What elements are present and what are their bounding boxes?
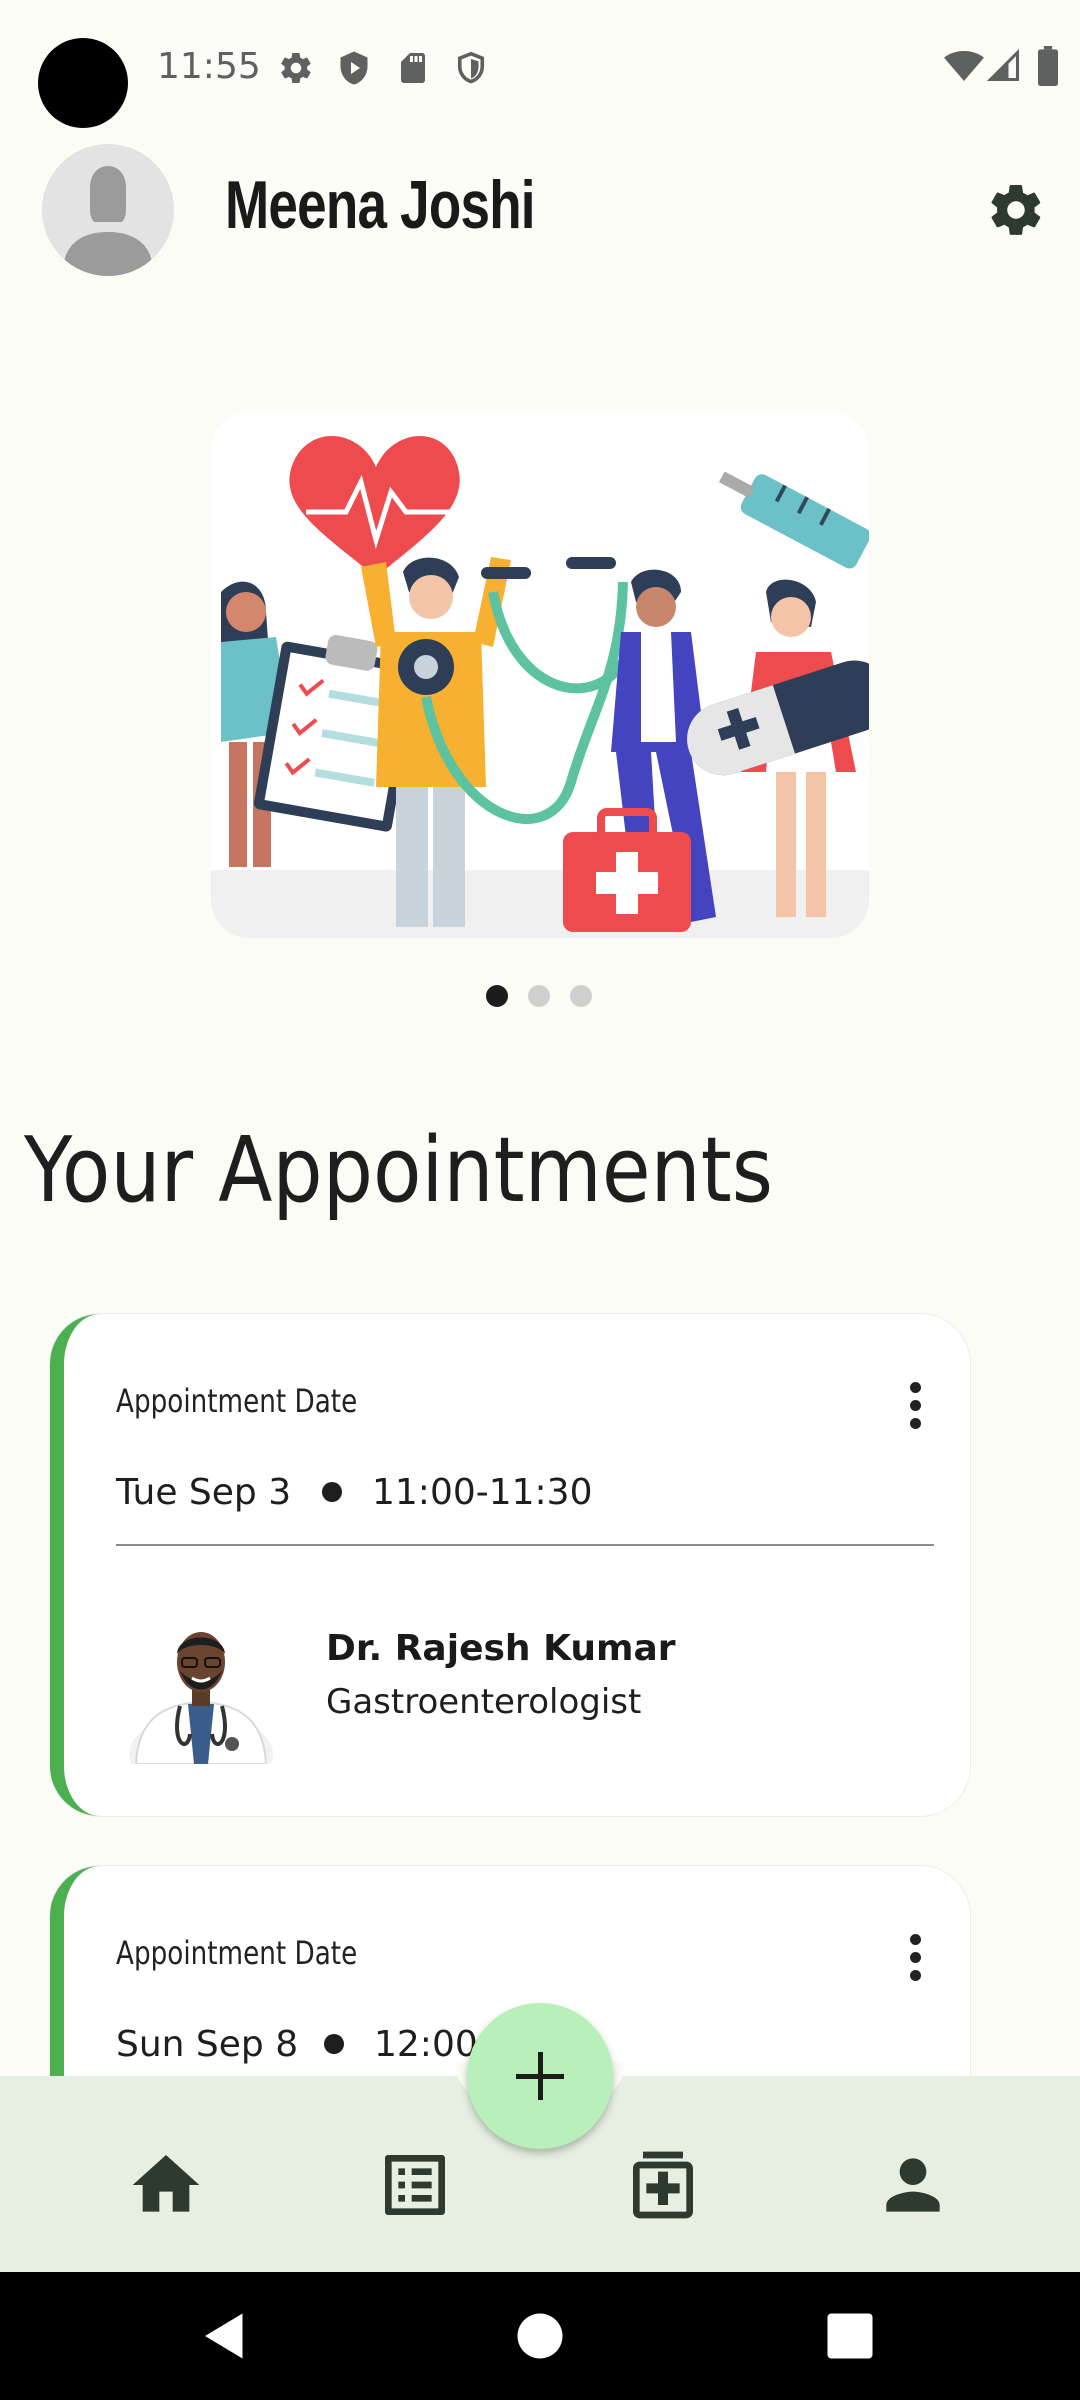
list-icon[interactable]	[375, 2145, 455, 2225]
profile-icon[interactable]	[873, 2145, 953, 2225]
status-time: 11:55	[157, 46, 261, 87]
shield-icon	[457, 51, 485, 84]
doctor-specialty: Gastroenterologist	[326, 1682, 642, 1722]
doctor-photo	[129, 1632, 273, 1764]
appointments-heading: Your Appointments	[24, 1118, 774, 1223]
sd-card-icon	[401, 53, 425, 83]
wifi-icon	[944, 51, 984, 81]
appointment-card[interactable]: Appointment Date Tue Sep 3 11:00-11:30 D…	[50, 1314, 970, 1816]
carousel-banner[interactable]	[211, 412, 869, 938]
carousel-dot-3[interactable]	[570, 985, 592, 1007]
appointment-date: Sun Sep 8	[116, 2024, 299, 2065]
user-avatar-icon	[42, 144, 174, 276]
appointment-date: Tue Sep 3	[116, 1472, 292, 1513]
play-protect-icon	[340, 51, 368, 85]
system-navigation-bar	[0, 2272, 1080, 2400]
carousel-indicator[interactable]	[482, 985, 602, 1009]
carousel-dot-2[interactable]	[528, 985, 550, 1007]
appointment-time: 11:00-11:30	[372, 1472, 593, 1513]
appointment-date-label: Appointment Date	[116, 1934, 358, 1972]
appointment-date-label: Appointment Date	[116, 1382, 358, 1420]
camera-cutout	[38, 38, 128, 128]
add-appointment-button[interactable]	[467, 2003, 613, 2149]
carousel-dot-1[interactable]	[486, 985, 508, 1007]
settings-icon[interactable]	[986, 180, 1046, 240]
more-options-icon[interactable]	[896, 1928, 936, 1988]
card-divider	[116, 1544, 934, 1546]
home-circle-icon[interactable]	[510, 2306, 570, 2366]
status-bar: 11:55	[0, 0, 1080, 130]
avatar[interactable]	[42, 144, 174, 276]
recents-icon[interactable]	[820, 2306, 880, 2366]
separator-dot	[324, 2034, 344, 2054]
home-icon[interactable]	[126, 2145, 206, 2225]
signal-icon	[986, 48, 1019, 81]
back-icon[interactable]	[195, 2306, 255, 2366]
gear-icon	[281, 53, 311, 83]
user-name: Meena Joshi	[225, 167, 536, 243]
separator-dot	[322, 1482, 342, 1502]
battery-icon	[1038, 46, 1058, 86]
more-options-icon[interactable]	[896, 1376, 936, 1436]
medical-records-icon[interactable]	[623, 2145, 703, 2225]
medical-team-illustration	[211, 412, 869, 938]
doctor-name: Dr. Rajesh Kumar	[326, 1628, 676, 1669]
